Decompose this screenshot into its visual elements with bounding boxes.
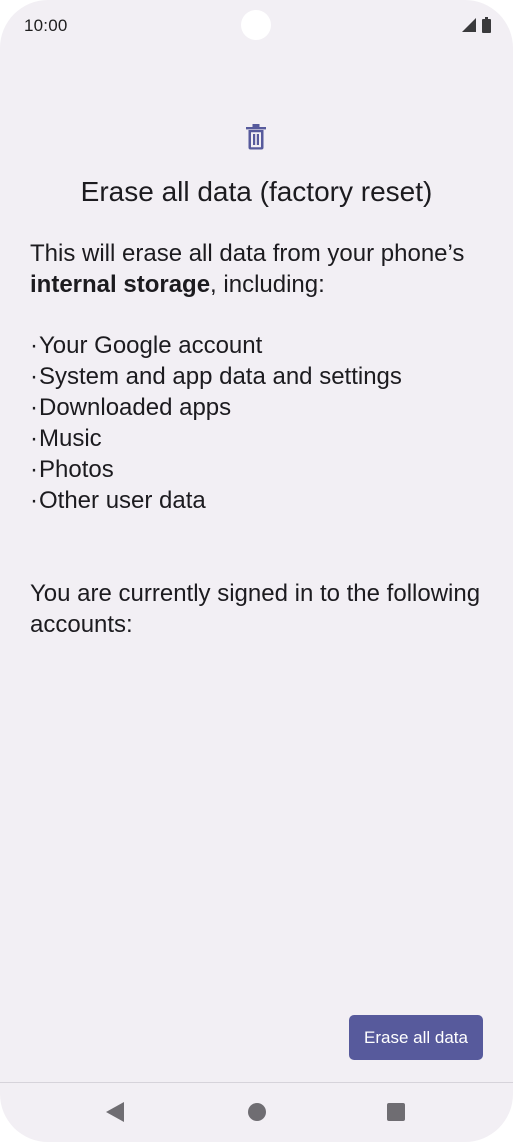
status-bar: 10:00	[0, 0, 513, 54]
list-item: ·Your Google account	[30, 332, 263, 359]
description-suffix: , including:	[210, 271, 325, 298]
list-item-label: Other user data	[39, 487, 206, 514]
home-icon[interactable]	[248, 1103, 266, 1121]
list-item-label: Music	[39, 425, 102, 452]
list-item: ·Other user data	[30, 487, 206, 514]
list-item: ·System and app data and settings	[30, 363, 402, 390]
accounts-text: You are currently signed in to the follo…	[30, 580, 481, 638]
signal-icon	[462, 18, 476, 32]
navigation-bar	[0, 1083, 513, 1142]
battery-icon	[482, 17, 491, 33]
page-title: Erase all data (factory reset)	[80, 176, 433, 207]
status-time: 10:00	[24, 16, 68, 35]
camera-cutout	[241, 10, 271, 40]
list-item: ·Downloaded apps	[30, 394, 232, 421]
list-item-label: Photos	[39, 456, 114, 483]
description-prefix: This will erase all data from your phone…	[30, 240, 465, 267]
erase-items-list: ·Your Google account ·System and app dat…	[30, 330, 402, 516]
list-item-label: System and app data and settings	[39, 363, 402, 390]
recents-icon[interactable]	[387, 1103, 405, 1121]
list-item-label: Your Google account	[39, 332, 263, 359]
trash-icon	[246, 124, 266, 150]
description-bold: internal storage	[30, 271, 211, 298]
list-item-label: Downloaded apps	[39, 394, 232, 421]
erase-all-data-button[interactable]: Erase all data	[349, 1015, 483, 1060]
status-icons	[462, 17, 491, 33]
erase-description: This will erase all data from your phone…	[30, 238, 490, 300]
list-item: ·Music	[30, 425, 102, 452]
list-item: ·Photos	[30, 456, 114, 483]
back-icon[interactable]	[106, 1102, 125, 1122]
phone-screen: 10:00 Erase all data (factory reset) Thi…	[0, 0, 513, 1142]
